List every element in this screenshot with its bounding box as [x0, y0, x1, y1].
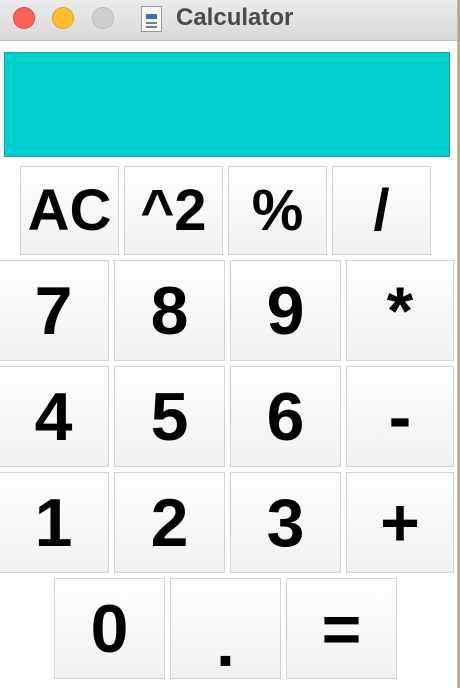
- all-clear-button[interactable]: AC: [20, 166, 119, 255]
- subtract-button[interactable]: -: [346, 366, 454, 467]
- digit-0-button[interactable]: 0: [54, 578, 165, 679]
- zoom-window-button[interactable]: [92, 7, 114, 29]
- digit-6-button[interactable]: 6: [230, 366, 341, 467]
- minimize-window-button[interactable]: [52, 7, 74, 29]
- multiply-button[interactable]: *: [346, 260, 454, 361]
- equals-button[interactable]: =: [286, 578, 397, 679]
- square-button[interactable]: ^2: [124, 166, 223, 255]
- close-window-button[interactable]: [13, 7, 35, 29]
- divide-button[interactable]: /: [332, 166, 431, 255]
- digit-1-button[interactable]: 1: [0, 472, 109, 573]
- title-bar: Calculator: [0, 0, 457, 41]
- digit-8-button[interactable]: 8: [114, 260, 225, 361]
- digit-5-button[interactable]: 5: [114, 366, 225, 467]
- calculator-app-icon: [141, 6, 162, 32]
- percent-button[interactable]: %: [228, 166, 327, 255]
- calculator-window: Calculator AC ^2 % / 7 8 9 * 4 5 6 - 1 2…: [0, 0, 458, 688]
- add-button[interactable]: +: [346, 472, 454, 573]
- digit-4-button[interactable]: 4: [0, 366, 109, 467]
- window-title: Calculator: [176, 4, 294, 31]
- digit-9-button[interactable]: 9: [230, 260, 341, 361]
- calculator-display: [4, 52, 450, 157]
- digit-2-button[interactable]: 2: [114, 472, 225, 573]
- digit-3-button[interactable]: 3: [230, 472, 341, 573]
- decimal-point-button[interactable]: .: [170, 578, 281, 681]
- digit-7-button[interactable]: 7: [0, 260, 109, 361]
